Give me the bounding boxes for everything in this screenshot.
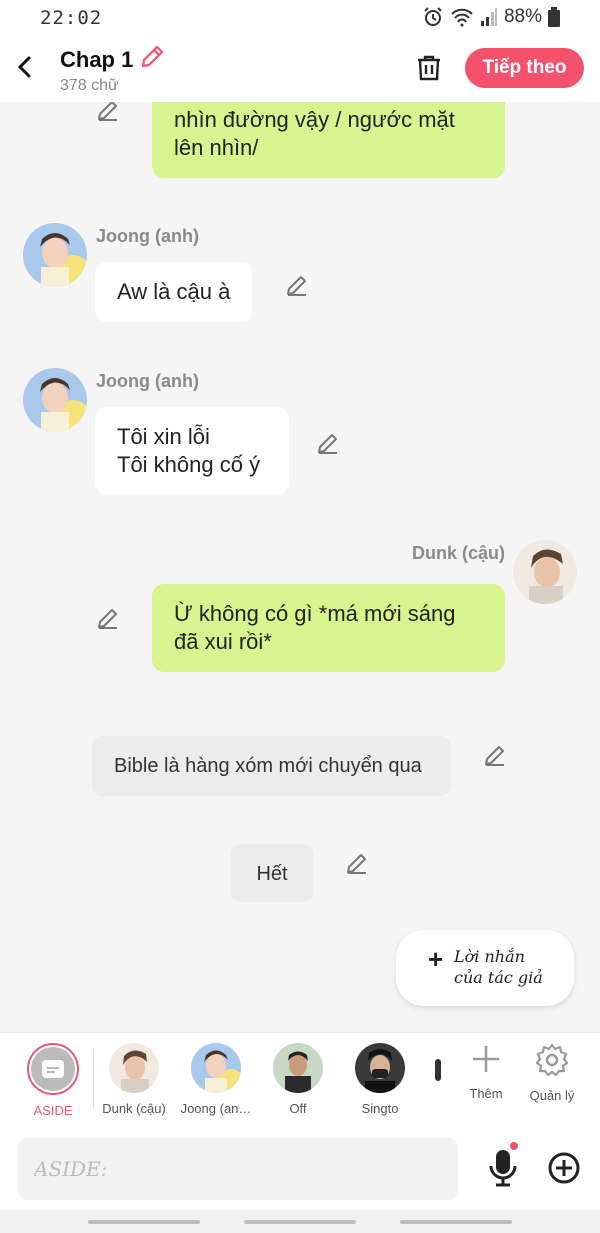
edit-title-icon[interactable]: [139, 44, 165, 75]
avatar-joong[interactable]: [23, 223, 87, 287]
next-chapter-button[interactable]: Tiếp theo: [465, 48, 584, 88]
chat-area[interactable]: nhìn đường vậy / ngước mặt lên nhìn/ Joo…: [0, 102, 600, 1032]
add-circle-icon: [548, 1152, 580, 1184]
author-note-button[interactable]: + Lời nhắn của tác giả: [396, 930, 574, 1006]
gear-icon: [535, 1043, 569, 1077]
message-input[interactable]: [18, 1138, 458, 1200]
trash-icon: [418, 55, 440, 81]
battery-percent: 88%: [503, 6, 542, 27]
nav-recents[interactable]: [88, 1220, 200, 1224]
add-character-label: Thêm: [469, 1086, 503, 1101]
author-note-label: Lời nhắn: [454, 947, 525, 966]
edit-message-icon[interactable]: [285, 273, 309, 297]
message-text: Tôi xin lỗi: [117, 424, 210, 449]
message-text: Ừ không có gì *má mới sáng: [174, 601, 456, 626]
wifi-icon: [450, 6, 474, 28]
edit-message-icon[interactable]: [316, 431, 340, 455]
character-singto[interactable]: Singto: [339, 1043, 421, 1116]
character-label: ASIDE: [33, 1103, 73, 1118]
author-note-label: của tác giả: [454, 968, 543, 987]
message-text: nhìn đường vậy / ngước mặt: [174, 107, 455, 132]
message-bubble-dunk[interactable]: Ừ không có gì *má mới sáng đã xui rồi*: [152, 584, 505, 672]
avatar-joong[interactable]: [23, 368, 87, 432]
chapter-title: Chap 1: [60, 46, 134, 72]
character-label: Dunk (cậu): [102, 1101, 166, 1116]
character-joong[interactable]: Joong (an…: [175, 1043, 257, 1116]
edit-message-icon[interactable]: [96, 102, 120, 122]
character-label: Off: [289, 1101, 307, 1116]
alarm-icon: [422, 6, 444, 28]
message-text: Tôi không cố ý: [117, 452, 261, 477]
edit-message-icon[interactable]: [483, 743, 507, 767]
manage-button[interactable]: Quản lý: [522, 1043, 582, 1103]
narration-text: Hết: [256, 863, 288, 885]
character-label: Singto: [361, 1101, 399, 1116]
nav-back[interactable]: [400, 1220, 512, 1224]
mic-button[interactable]: [486, 1148, 520, 1188]
avatar-dunk[interactable]: [513, 540, 577, 604]
status-bar: 22:02 88%: [0, 0, 600, 36]
plus-icon: [473, 1046, 499, 1072]
microphone-icon: [489, 1150, 517, 1187]
narration-bubble-end[interactable]: Hết: [231, 844, 313, 902]
character-aside[interactable]: ASIDE: [12, 1043, 94, 1118]
aside-avatar: [27, 1043, 79, 1095]
back-arrow-icon: [18, 56, 31, 78]
overflow-avatar-edge: [435, 1059, 441, 1081]
sender-name: Joong (anh): [96, 226, 199, 246]
sender-name: Dunk (cậu): [412, 543, 506, 563]
system-nav-bar: [0, 1210, 600, 1233]
message-text: lên nhìn/: [174, 135, 259, 160]
message-text: Aw là cậu à: [117, 279, 231, 304]
manage-label: Quản lý: [529, 1088, 575, 1103]
avatar-joong: [191, 1043, 241, 1093]
character-off[interactable]: Off: [257, 1043, 339, 1116]
signal-icon: [480, 7, 498, 27]
narration-bubble[interactable]: Bible là hàng xóm mới chuyển qua: [92, 736, 451, 796]
message-text: đã xui rồi*: [174, 629, 272, 654]
message-bubble-dunk[interactable]: nhìn đường vậy / ngước mặt lên nhìn/: [152, 102, 505, 178]
add-character-button[interactable]: Thêm: [456, 1043, 516, 1101]
add-media-button[interactable]: [548, 1152, 580, 1184]
character-dunk[interactable]: Dunk (cậu): [93, 1043, 175, 1116]
status-time: 22:02: [40, 7, 103, 29]
avatar-singto: [355, 1043, 405, 1093]
character-bar: ASIDE Dunk (cậu) Joong (an… Off Singto T…: [0, 1032, 600, 1128]
nav-home[interactable]: [244, 1220, 356, 1224]
chapter-title-block: Chap 1 378 chữ: [60, 44, 165, 95]
battery-icon: [548, 7, 560, 27]
edit-message-icon[interactable]: [96, 606, 120, 630]
app-header: Chap 1 378 chữ Tiếp theo: [0, 36, 600, 102]
message-bubble-joong[interactable]: Aw là cậu à: [95, 262, 253, 322]
avatar-off: [273, 1043, 323, 1093]
avatar-dunk: [109, 1043, 159, 1093]
delete-button[interactable]: [414, 52, 444, 82]
message-box-icon: [42, 1060, 64, 1078]
input-bar: [0, 1128, 600, 1210]
notification-dot: [510, 1142, 518, 1150]
status-icons: 88%: [422, 6, 560, 28]
edit-message-icon[interactable]: [345, 851, 369, 875]
sender-name: Joong (anh): [96, 371, 199, 391]
plus-icon: +: [428, 944, 444, 974]
word-count: 378 chữ: [60, 77, 119, 94]
character-label: Joong (an…: [180, 1101, 252, 1116]
narration-text: Bible là hàng xóm mới chuyển qua: [114, 755, 422, 777]
back-button[interactable]: [12, 52, 38, 82]
message-bubble-joong[interactable]: Tôi xin lỗi Tôi không cố ý: [95, 407, 289, 495]
